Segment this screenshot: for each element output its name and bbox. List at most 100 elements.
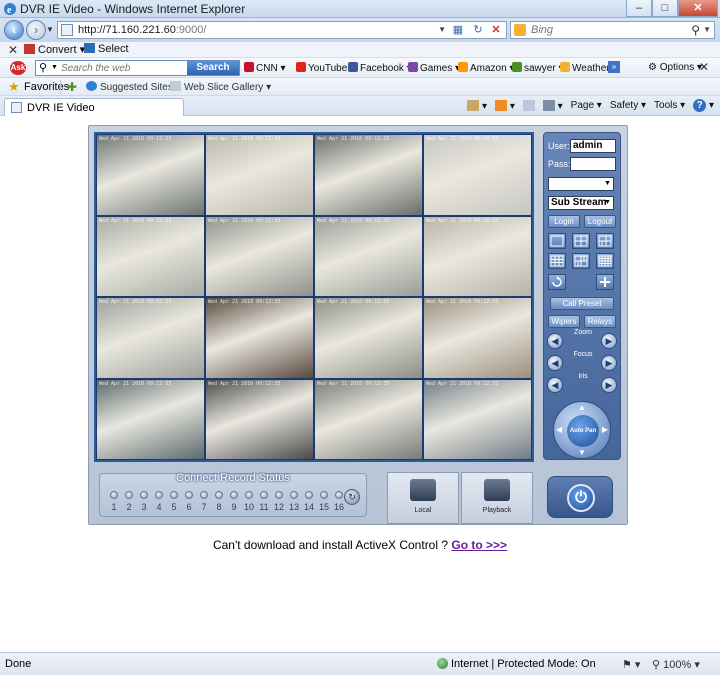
- favorites-star-icon[interactable]: ★: [8, 79, 20, 95]
- ask-search-input[interactable]: [61, 62, 186, 74]
- zoom-level[interactable]: ⚲ 100% ▾: [652, 658, 700, 671]
- camera-tile[interactable]: Wed Apr 21 2010 09:12:33: [206, 216, 313, 296]
- close-toolbar-icon[interactable]: ✕: [8, 43, 18, 57]
- arrow-down-icon[interactable]: ▼: [578, 448, 586, 457]
- convert-button[interactable]: Convert ▾: [24, 43, 85, 56]
- camera-tile[interactable]: Wed Apr 21 2010 09:12:33: [424, 379, 531, 459]
- chevron-down-icon[interactable]: ▼: [51, 64, 58, 71]
- feeds-button[interactable]: ▾: [495, 99, 515, 112]
- focus-near-button[interactable]: ◀: [547, 355, 563, 371]
- camera-tile[interactable]: Wed Apr 21 2010 09:12:33: [97, 298, 204, 378]
- print-button[interactable]: ▾: [542, 99, 563, 112]
- refresh-icon[interactable]: ↻: [470, 23, 486, 37]
- user-field[interactable]: admin: [570, 139, 616, 153]
- toolbar-item-weather[interactable]: Weather: [560, 62, 610, 74]
- recent-pages-dropdown[interactable]: ▼: [46, 25, 54, 34]
- address-url[interactable]: http://71.160.221.60:9000/: [78, 24, 206, 36]
- camera-tile[interactable]: Wed Apr 21 2010 09:12:33: [315, 379, 422, 459]
- more-items-icon[interactable]: »: [608, 61, 620, 73]
- ask-search-box[interactable]: ⚲ ▼ Search: [35, 60, 240, 76]
- camera-tile[interactable]: Wed Apr 21 2010 09:12:33: [424, 135, 531, 215]
- wipers-button[interactable]: Wipers: [548, 315, 580, 328]
- layout-9-button[interactable]: [548, 253, 566, 269]
- relays-button[interactable]: Relays: [584, 315, 616, 328]
- maximize-button[interactable]: □: [652, 0, 678, 17]
- camera-tile[interactable]: Wed Apr 21 2010 09:12:33: [206, 298, 313, 378]
- zoom-in-button[interactable]: ▶: [601, 333, 617, 349]
- close-toolbar-icon[interactable]: ✕: [699, 60, 709, 74]
- compatibility-view-icon[interactable]: ▦: [450, 23, 466, 37]
- camera-tile[interactable]: Wed Apr 21 2010 09:12:33: [97, 216, 204, 296]
- mail-button[interactable]: [522, 99, 535, 112]
- page-menu[interactable]: Page ▾: [571, 100, 602, 111]
- camera-tile[interactable]: Wed Apr 21 2010 09:12:33: [424, 216, 531, 296]
- local-button[interactable]: Local: [387, 472, 459, 524]
- playback-button[interactable]: Playback: [461, 472, 533, 524]
- activex-link[interactable]: Go to >>>: [451, 538, 507, 552]
- back-button[interactable]: ‹: [4, 20, 24, 40]
- iris-close-button[interactable]: ◀: [547, 377, 563, 393]
- security-zone[interactable]: Internet | Protected Mode: On: [437, 658, 596, 670]
- search-input[interactable]: [531, 23, 681, 37]
- arrow-right-icon[interactable]: ▶: [602, 425, 608, 434]
- cycle-button[interactable]: [548, 274, 566, 290]
- toolbar-item-youtube[interactable]: YouTube: [296, 62, 347, 74]
- safety-status-icon[interactable]: ⚑ ▾: [622, 658, 640, 671]
- camera-tile[interactable]: Wed Apr 21 2010 09:12:33: [315, 135, 422, 215]
- call-preset-button[interactable]: Call Preset: [550, 297, 614, 310]
- close-button[interactable]: ✕: [678, 0, 718, 17]
- address-bar[interactable]: http://71.160.221.60:9000/ ▼ ▦ ↻ ✕: [57, 21, 507, 39]
- layout-16-button[interactable]: [596, 253, 614, 269]
- arrow-up-icon[interactable]: ▲: [578, 403, 586, 412]
- ask-search-button[interactable]: Search: [187, 61, 239, 75]
- refresh-status-button[interactable]: ↻: [344, 489, 360, 505]
- focus-far-button[interactable]: ▶: [601, 355, 617, 371]
- search-box[interactable]: ⚲ ▼: [510, 21, 715, 39]
- minimize-button[interactable]: –: [626, 0, 652, 17]
- ptz-direction-pad[interactable]: ▲ ▼ ◀ ▶ Auto Pan: [553, 401, 611, 459]
- search-icon[interactable]: ⚲: [691, 23, 700, 37]
- tab-dvr-ie-video[interactable]: DVR IE Video: [4, 98, 184, 116]
- camera-tile[interactable]: Wed Apr 21 2010 09:12:33: [206, 379, 313, 459]
- address-dropdown-icon[interactable]: ▼: [438, 25, 446, 34]
- ask-logo-icon[interactable]: Ask: [10, 61, 26, 75]
- chevron-down-icon[interactable]: ▼: [604, 180, 611, 187]
- zoom-out-button[interactable]: ◀: [547, 333, 563, 349]
- toolbar-item-cnn[interactable]: CNN ▾: [244, 62, 285, 74]
- camera-tile[interactable]: Wed Apr 21 2010 09:12:33: [315, 216, 422, 296]
- camera-tile[interactable]: Wed Apr 21 2010 09:12:33: [97, 379, 204, 459]
- add-favorite-icon[interactable]: ✚: [67, 80, 77, 94]
- power-button[interactable]: ⏻: [547, 476, 613, 518]
- camera-tile[interactable]: Wed Apr 21 2010 09:12:33: [424, 298, 531, 378]
- help-button[interactable]: ? ▾: [693, 99, 714, 112]
- safety-menu[interactable]: Safety ▾: [610, 100, 646, 111]
- camera-tile[interactable]: Wed Apr 21 2010 09:12:33: [315, 298, 422, 378]
- camera-tile[interactable]: Wed Apr 21 2010 09:12:33: [97, 135, 204, 215]
- toolbar-item-games[interactable]: Games ▾: [408, 62, 460, 74]
- password-field[interactable]: [570, 157, 616, 171]
- toolbar-item-facebook[interactable]: Facebook ▾: [348, 62, 412, 74]
- stop-icon[interactable]: ✕: [488, 23, 504, 37]
- layout-13-button[interactable]: [572, 253, 590, 269]
- layout-1-button[interactable]: [548, 233, 566, 249]
- tools-menu[interactable]: Tools ▾: [654, 100, 685, 111]
- toolbar-item-sawyer[interactable]: sawyer ▾: [512, 62, 564, 74]
- search-dropdown-icon[interactable]: ▼: [703, 25, 711, 34]
- home-button[interactable]: ▾: [467, 99, 487, 112]
- layout-6-button[interactable]: [596, 233, 614, 249]
- auto-pan-button[interactable]: Auto Pan: [567, 415, 599, 447]
- fullscreen-button[interactable]: [596, 274, 614, 290]
- favorite-web-slice-gallery[interactable]: Web Slice Gallery ▾: [170, 81, 271, 93]
- arrow-left-icon[interactable]: ◀: [556, 425, 562, 434]
- login-button[interactable]: Login: [548, 215, 580, 228]
- layout-4-button[interactable]: [572, 233, 590, 249]
- favorite-suggested-sites[interactable]: Suggested Sites ▾: [86, 81, 181, 93]
- logout-button[interactable]: Logout: [584, 215, 616, 228]
- select-button[interactable]: Select: [84, 43, 129, 55]
- chevron-down-icon[interactable]: ▼: [604, 199, 611, 206]
- camera-tile[interactable]: Wed Apr 21 2010 09:12:33: [206, 135, 313, 215]
- toolbar-item-amazon[interactable]: Amazon ▾: [458, 62, 515, 74]
- favorites-button[interactable]: Favorites: [24, 81, 69, 93]
- iris-open-button[interactable]: ▶: [601, 377, 617, 393]
- forward-button[interactable]: ›: [26, 20, 46, 40]
